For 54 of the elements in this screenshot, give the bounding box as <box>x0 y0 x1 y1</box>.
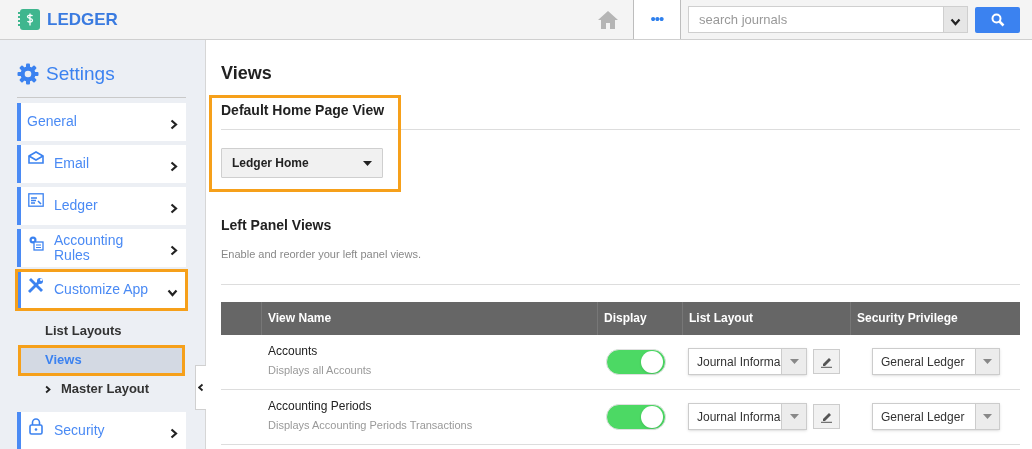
section-heading: Left Panel Views <box>221 216 333 235</box>
column-header: List Layout <box>683 301 851 335</box>
privilege-select[interactable]: General Ledger <box>872 348 1000 375</box>
search-button[interactable] <box>975 6 1020 33</box>
page-title: Views <box>221 62 273 82</box>
submenu-item[interactable]: Master Layout <box>17 376 186 402</box>
column-header: Security Privilege <box>856 310 959 327</box>
sidebar-item[interactable]: Accounting Rules <box>17 228 186 267</box>
toggle-switch[interactable] <box>606 348 666 375</box>
list-layout-select[interactable]: Journal Informa <box>688 348 807 375</box>
tools-icon <box>27 276 44 294</box>
section-description: Enable and reorder your left panel views. <box>221 246 1020 285</box>
sidebar-item[interactable]: Security <box>17 411 186 449</box>
chevron-down-icon <box>950 17 961 26</box>
submenu-item[interactable]: Views <box>21 347 182 373</box>
caret-icon <box>983 414 992 419</box>
home-view-dropdown[interactable]: Ledger Home <box>221 148 383 178</box>
view-description: Displays all Accounts <box>268 362 373 378</box>
submenu-item[interactable]: List Layouts <box>17 318 186 344</box>
sidebar-item[interactable]: Customize App <box>17 270 186 309</box>
lock-icon <box>27 417 44 435</box>
view-name: Accounts <box>268 342 319 360</box>
sidebar-item[interactable]: General <box>17 102 186 141</box>
gear-document-icon <box>27 234 44 251</box>
sidebar-item[interactable]: Email <box>17 144 186 183</box>
pencil-icon <box>820 355 833 368</box>
caret-icon <box>789 359 799 364</box>
caret-icon <box>363 160 372 166</box>
caret-icon <box>983 359 992 364</box>
edit-button[interactable] <box>813 404 840 429</box>
privilege-select[interactable]: General Ledger <box>872 403 1000 430</box>
list-layout-select[interactable]: Journal Informa <box>688 403 807 430</box>
section-heading: Default Home Page View <box>221 101 386 120</box>
column-header: View Name <box>262 301 598 335</box>
toggle-switch[interactable] <box>606 403 666 430</box>
ledger-book-icon <box>18 8 41 31</box>
pencil-icon <box>820 410 833 423</box>
more-button[interactable]: ••• <box>633 0 681 39</box>
edit-button[interactable] <box>813 349 840 374</box>
search-field[interactable]: search journals <box>688 6 944 33</box>
caret-icon <box>789 414 799 419</box>
view-name: Accounting Periods <box>268 397 373 415</box>
settings-icon <box>17 63 39 86</box>
envelope-icon <box>27 150 44 164</box>
window-icon <box>27 192 44 207</box>
chevron-left-icon <box>198 383 204 392</box>
sidebar-title: Settings <box>46 62 115 86</box>
app-name: LEDGER <box>47 8 118 31</box>
dropdown-button[interactable] <box>944 6 968 33</box>
sidebar-item[interactable]: Ledger <box>17 186 186 225</box>
search-icon <box>990 12 1005 27</box>
view-description: Displays Accounting Periods Transactions <box>268 417 474 433</box>
column-header: Display <box>598 301 683 335</box>
collapse-button[interactable] <box>195 365 206 410</box>
